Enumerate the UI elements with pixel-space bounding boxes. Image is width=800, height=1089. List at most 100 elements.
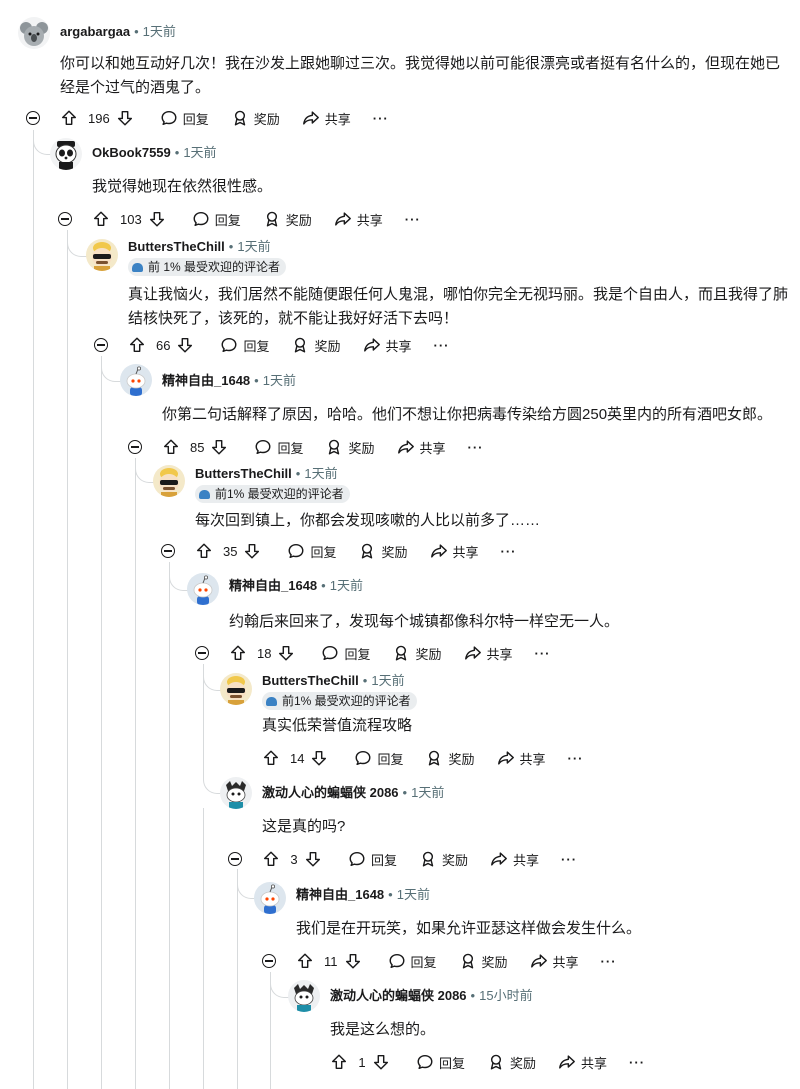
upvote-button[interactable] <box>262 850 280 868</box>
share-button[interactable]: 共享 <box>490 850 539 869</box>
reply-button[interactable]: 回复 <box>321 644 370 663</box>
award-button[interactable]: 奖励 <box>419 850 468 869</box>
share-button[interactable]: 共享 <box>530 952 579 971</box>
thread-line[interactable] <box>33 130 34 1089</box>
thread-line[interactable] <box>101 356 102 1089</box>
avatar[interactable] <box>120 364 152 396</box>
timestamp[interactable]: 1天前 <box>397 887 430 902</box>
more-options-button[interactable]: ··· <box>601 954 617 969</box>
more-options-button[interactable]: ··· <box>468 440 484 455</box>
timestamp[interactable]: 1天前 <box>371 673 404 688</box>
collapse-thread-button[interactable] <box>195 646 209 660</box>
collapse-thread-button[interactable] <box>128 440 142 454</box>
downvote-button[interactable] <box>148 210 166 228</box>
username[interactable]: ButtersTheChill <box>262 673 359 688</box>
share-button[interactable]: 共享 <box>302 109 351 128</box>
more-options-button[interactable]: ··· <box>629 1055 645 1070</box>
collapse-thread-button[interactable] <box>26 111 40 125</box>
share-button[interactable]: 共享 <box>334 210 383 229</box>
share-button[interactable]: 共享 <box>464 644 513 663</box>
award-button[interactable]: 奖励 <box>487 1053 536 1072</box>
reply-button[interactable]: 回复 <box>348 850 397 869</box>
avatar[interactable] <box>254 882 286 914</box>
downvote-button[interactable] <box>176 336 194 354</box>
upvote-button[interactable] <box>60 109 78 127</box>
downvote-button[interactable] <box>243 542 261 560</box>
share-button[interactable]: 共享 <box>430 542 479 561</box>
avatar[interactable] <box>50 138 82 170</box>
share-button[interactable]: 共享 <box>558 1053 607 1072</box>
upvote-button[interactable] <box>229 644 247 662</box>
timestamp[interactable]: 15小时前 <box>479 988 532 1003</box>
timestamp[interactable]: 1天前 <box>411 785 444 800</box>
reply-button[interactable]: 回复 <box>388 952 437 971</box>
more-options-button[interactable]: ··· <box>373 111 389 126</box>
more-options-button[interactable]: ··· <box>434 338 450 353</box>
collapse-thread-button[interactable] <box>262 954 276 968</box>
share-button[interactable]: 共享 <box>497 749 546 768</box>
award-button[interactable]: 奖励 <box>291 336 341 355</box>
username[interactable]: OkBook7559 <box>92 145 171 160</box>
downvote-button[interactable] <box>372 1053 390 1071</box>
thread-line[interactable] <box>237 869 238 1089</box>
share-button[interactable]: 共享 <box>363 336 412 355</box>
award-button[interactable]: 奖励 <box>459 952 508 971</box>
username[interactable]: ButtersTheChill <box>128 239 225 254</box>
more-options-button[interactable]: ··· <box>535 646 551 661</box>
username[interactable]: argabargaa <box>60 24 130 39</box>
timestamp[interactable]: 1天前 <box>330 578 363 593</box>
downvote-button[interactable] <box>277 644 295 662</box>
reply-button[interactable]: 回复 <box>160 109 209 128</box>
collapse-thread-button[interactable] <box>58 212 72 226</box>
upvote-button[interactable] <box>330 1053 348 1071</box>
avatar[interactable] <box>187 573 219 605</box>
thread-line[interactable] <box>67 230 68 1089</box>
timestamp[interactable]: 1天前 <box>263 373 296 388</box>
downvote-button[interactable] <box>310 749 328 767</box>
timestamp[interactable]: 1天前 <box>304 466 337 481</box>
upvote-button[interactable] <box>128 336 146 354</box>
username[interactable]: 激动人心的蝙蝠侠 2086 <box>330 988 467 1003</box>
reply-button[interactable]: 回复 <box>192 210 241 229</box>
award-button[interactable]: 奖励 <box>325 438 375 457</box>
downvote-button[interactable] <box>304 850 322 868</box>
avatar[interactable] <box>86 239 118 271</box>
thread-line[interactable] <box>135 458 136 1089</box>
username[interactable]: 精神自由_1648 <box>229 578 317 593</box>
timestamp[interactable]: 1天前 <box>237 239 270 254</box>
thread-line[interactable] <box>203 808 204 1089</box>
reply-button[interactable]: 回复 <box>287 542 336 561</box>
reply-button[interactable]: 回复 <box>354 749 403 768</box>
collapse-thread-button[interactable] <box>161 544 175 558</box>
more-options-button[interactable]: ··· <box>405 212 421 227</box>
avatar[interactable] <box>220 673 252 705</box>
upvote-button[interactable] <box>195 542 213 560</box>
more-options-button[interactable]: ··· <box>568 751 584 766</box>
username[interactable]: 精神自由_1648 <box>296 887 384 902</box>
avatar[interactable] <box>220 777 252 809</box>
downvote-button[interactable] <box>210 438 228 456</box>
award-button[interactable]: 奖励 <box>358 542 408 561</box>
more-options-button[interactable]: ··· <box>501 544 517 559</box>
award-button[interactable]: 奖励 <box>263 210 312 229</box>
reply-button[interactable]: 回复 <box>416 1053 465 1072</box>
thread-line[interactable] <box>169 562 170 1089</box>
reply-button[interactable]: 回复 <box>220 336 269 355</box>
avatar[interactable] <box>288 980 320 1012</box>
timestamp[interactable]: 1天前 <box>143 24 176 39</box>
username[interactable]: 精神自由_1648 <box>162 373 250 388</box>
award-button[interactable]: 奖励 <box>425 749 475 768</box>
avatar[interactable] <box>153 465 185 497</box>
share-button[interactable]: 共享 <box>397 438 446 457</box>
avatar[interactable] <box>18 17 50 49</box>
upvote-button[interactable] <box>92 210 110 228</box>
more-options-button[interactable]: ··· <box>561 852 577 867</box>
downvote-button[interactable] <box>344 952 362 970</box>
username[interactable]: ButtersTheChill <box>195 466 292 481</box>
username[interactable]: 激动人心的蝙蝠侠 2086 <box>262 785 399 800</box>
collapse-thread-button[interactable] <box>228 852 242 866</box>
timestamp[interactable]: 1天前 <box>183 145 216 160</box>
upvote-button[interactable] <box>262 749 280 767</box>
upvote-button[interactable] <box>296 952 314 970</box>
collapse-thread-button[interactable] <box>94 338 108 352</box>
